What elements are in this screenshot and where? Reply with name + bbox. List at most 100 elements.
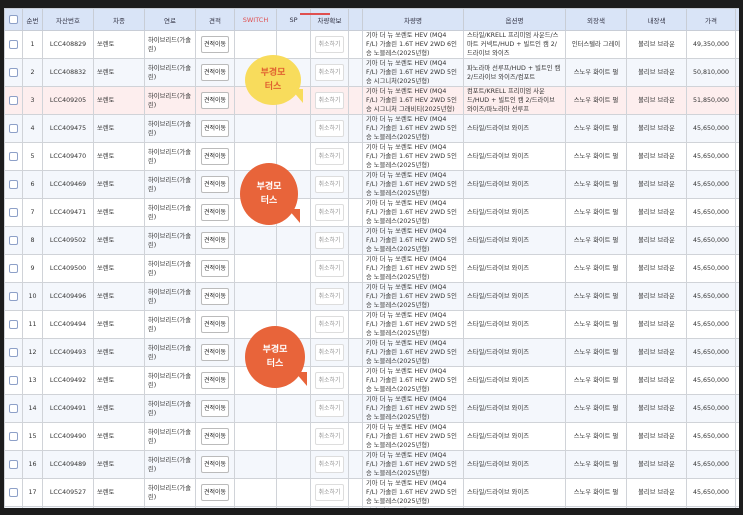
row-checkbox[interactable] [9, 96, 18, 105]
column-header[interactable]: SP [276, 8, 311, 31]
row-checkbox[interactable] [9, 152, 18, 161]
table-row[interactable]: 5 LCC409470 쏘렌토 하이브리드(가솔린) 견적이동 취소하기 기아 더 뉴 쏘렌… [4, 142, 739, 171]
sp-cell [276, 226, 311, 255]
move-estimate-button[interactable]: 견적이동 [200, 428, 230, 445]
column-header[interactable]: 옵션명 [463, 8, 566, 31]
row-checkbox[interactable] [9, 124, 18, 133]
column-header[interactable]: 차종 [93, 8, 145, 31]
row-checkbox[interactable] [9, 264, 18, 273]
sp-cell [276, 30, 311, 59]
row-checkbox[interactable] [9, 348, 18, 357]
cancel-button[interactable]: 취소하기 [315, 372, 344, 389]
move-estimate-button[interactable]: 견적이동 [200, 316, 230, 333]
secure-cell: 취소하기 [310, 198, 349, 227]
move-estimate-button[interactable]: 견적이동 [200, 232, 230, 249]
row-checkbox[interactable] [9, 292, 18, 301]
table-row[interactable]: 7 LCC409471 쏘렌토 하이브리드(가솔린) 견적이동 취소하기 기아 더 뉴 쏘렌… [4, 198, 739, 227]
table-row[interactable]: 12 LCC409493 쏘렌토 하이브리드(가솔린) 견적이동 취소하기 기아 더 뉴 쏘… [4, 338, 739, 367]
table-row[interactable]: 4 LCC409475 쏘렌토 하이브리드(가솔린) 견적이동 취소하기 기아 더 뉴 쏘렌… [4, 114, 739, 143]
spacer-cell [348, 58, 363, 87]
cancel-button[interactable]: 취소하기 [315, 64, 344, 81]
table-row[interactable]: 2 LCC408832 쏘렌토 하이브리드(가솔린) 견적이동 취소하기 기아 더 뉴 쏘렌… [4, 58, 739, 87]
table-row[interactable]: 14 LCC409491 쏘렌토 하이브리드(가솔린) 견적이동 취소하기 기아 더 뉴 쏘… [4, 394, 739, 423]
bubble-text: 터스 [266, 359, 284, 369]
move-estimate-button[interactable]: 견적이동 [200, 36, 230, 53]
cancel-button[interactable]: 취소하기 [315, 176, 344, 193]
move-estimate-button[interactable]: 견적이동 [200, 64, 230, 81]
cancel-button[interactable]: 취소하기 [315, 148, 344, 165]
table-row[interactable]: 6 LCC409469 쏘렌토 하이브리드(가솔린) 견적이동 취소하기 기아 더 뉴 쏘렌… [4, 170, 739, 199]
row-checkbox[interactable] [9, 180, 18, 189]
row-checkbox[interactable] [9, 488, 18, 497]
spacer-cell [735, 142, 739, 171]
select-all-checkbox[interactable] [9, 15, 18, 24]
row-checkbox[interactable] [9, 376, 18, 385]
row-checkbox[interactable] [9, 40, 18, 49]
row-checkbox[interactable] [9, 432, 18, 441]
table-row[interactable]: 1 LCC408829 쏘렌토 하이브리드(가솔린) 견적이동 취소하기 기아 더 뉴 쏘렌… [4, 30, 739, 59]
cancel-button[interactable]: 취소하기 [315, 344, 344, 361]
column-header[interactable] [735, 8, 739, 31]
column-header[interactable]: 자산번호 [42, 8, 94, 31]
move-estimate-button[interactable]: 견적이동 [200, 260, 230, 277]
row-checkbox[interactable] [9, 460, 18, 469]
column-header[interactable]: 순번 [22, 8, 43, 31]
spacer-cell [348, 282, 363, 311]
row-checkbox[interactable] [9, 208, 18, 217]
move-estimate-button[interactable]: 견적이동 [200, 148, 230, 165]
move-estimate-button[interactable]: 견적이동 [200, 120, 230, 137]
move-estimate-button[interactable]: 견적이동 [200, 484, 230, 501]
column-header[interactable]: 견적 [195, 8, 235, 31]
move-estimate-button[interactable]: 견적이동 [200, 344, 230, 361]
table-row[interactable]: 11 LCC409494 쏘렌토 하이브리드(가솔린) 견적이동 취소하기 기아 더 뉴 쏘… [4, 310, 739, 339]
secure-cell: 취소하기 [310, 254, 349, 283]
move-estimate-button[interactable]: 견적이동 [200, 176, 230, 193]
column-header[interactable]: 가격 [686, 8, 736, 31]
column-header[interactable]: 외장색 [565, 8, 627, 31]
cancel-button[interactable]: 취소하기 [315, 92, 344, 109]
column-header[interactable]: 차량명 [362, 8, 464, 31]
table-row[interactable]: 15 LCC409490 쏘렌토 하이브리드(가솔린) 견적이동 취소하기 기아 더 뉴 쏘… [4, 422, 739, 451]
spacer-cell [348, 170, 363, 199]
move-estimate-button[interactable]: 견적이동 [200, 92, 230, 109]
move-estimate-button[interactable]: 견적이동 [200, 288, 230, 305]
row-checkbox-cell [4, 226, 23, 255]
column-header[interactable]: 차량확보 [310, 8, 349, 31]
cancel-button[interactable]: 취소하기 [315, 456, 344, 473]
cancel-button[interactable]: 취소하기 [315, 316, 344, 333]
move-estimate-button[interactable]: 견적이동 [200, 372, 230, 389]
table-row[interactable]: 8 LCC409502 쏘렌토 하이브리드(가솔린) 견적이동 취소하기 기아 더 뉴 쏘렌… [4, 226, 739, 255]
column-header[interactable]: SWITCH [234, 8, 277, 31]
column-header[interactable] [348, 8, 363, 31]
column-header[interactable] [4, 8, 23, 31]
move-estimate-button[interactable]: 견적이동 [200, 204, 230, 221]
table-row[interactable]: 13 LCC409492 쏘렌토 하이브리드(가솔린) 견적이동 취소하기 기아 더 뉴 쏘… [4, 366, 739, 395]
cancel-button[interactable]: 취소하기 [315, 36, 344, 53]
cancel-button[interactable]: 취소하기 [315, 288, 344, 305]
cancel-button[interactable]: 취소하기 [315, 400, 344, 417]
table-row[interactable]: 17 LCC409527 쏘렌토 하이브리드(가솔린) 견적이동 취소하기 기아 더 뉴 쏘… [4, 478, 739, 507]
table-row[interactable]: 9 LCC409500 쏘렌토 하이브리드(가솔린) 견적이동 취소하기 기아 더 뉴 쏘렌… [4, 254, 739, 283]
row-checkbox[interactable] [9, 404, 18, 413]
table-row[interactable]: 3 LCC409205 쏘렌토 하이브리드(가솔린) 견적이동 취소하기 기아 더 뉴 쏘렌… [4, 86, 739, 115]
cancel-button[interactable]: 취소하기 [315, 232, 344, 249]
move-estimate-button[interactable]: 견적이동 [200, 400, 230, 417]
fuel-type: 하이브리드(가솔린) [144, 142, 196, 171]
row-checkbox[interactable] [9, 68, 18, 77]
cancel-button[interactable]: 취소하기 [315, 120, 344, 137]
cancel-button[interactable]: 취소하기 [315, 428, 344, 445]
column-header[interactable]: 연료 [144, 8, 196, 31]
option-name: 컴포트/KRELL 프리미엄 사운드/HUD + 빌트인 캠 2/드라이브 와이… [463, 86, 566, 115]
estimate-cell: 견적이동 [195, 58, 235, 87]
cancel-button[interactable]: 취소하기 [315, 484, 344, 501]
option-name: 스타일/드라이브 와이즈 [463, 226, 566, 255]
table-row[interactable]: 16 LCC409489 쏘렌토 하이브리드(가솔린) 견적이동 취소하기 기아 더 뉴 쏘… [4, 450, 739, 479]
move-estimate-button[interactable]: 견적이동 [200, 456, 230, 473]
table-row[interactable]: 10 LCC409496 쏘렌토 하이브리드(가솔린) 견적이동 취소하기 기아 더 뉴 쏘… [4, 282, 739, 311]
cancel-button[interactable]: 취소하기 [315, 204, 344, 221]
table-row[interactable]: 18LCC409526쏘렌토하이브리드(가솔린)견적이동 취소하기 기아 더 뉴 쏘… [4, 506, 739, 508]
row-checkbox[interactable] [9, 320, 18, 329]
cancel-button[interactable]: 취소하기 [315, 260, 344, 277]
column-header[interactable]: 내장색 [626, 8, 687, 31]
row-checkbox[interactable] [9, 236, 18, 245]
